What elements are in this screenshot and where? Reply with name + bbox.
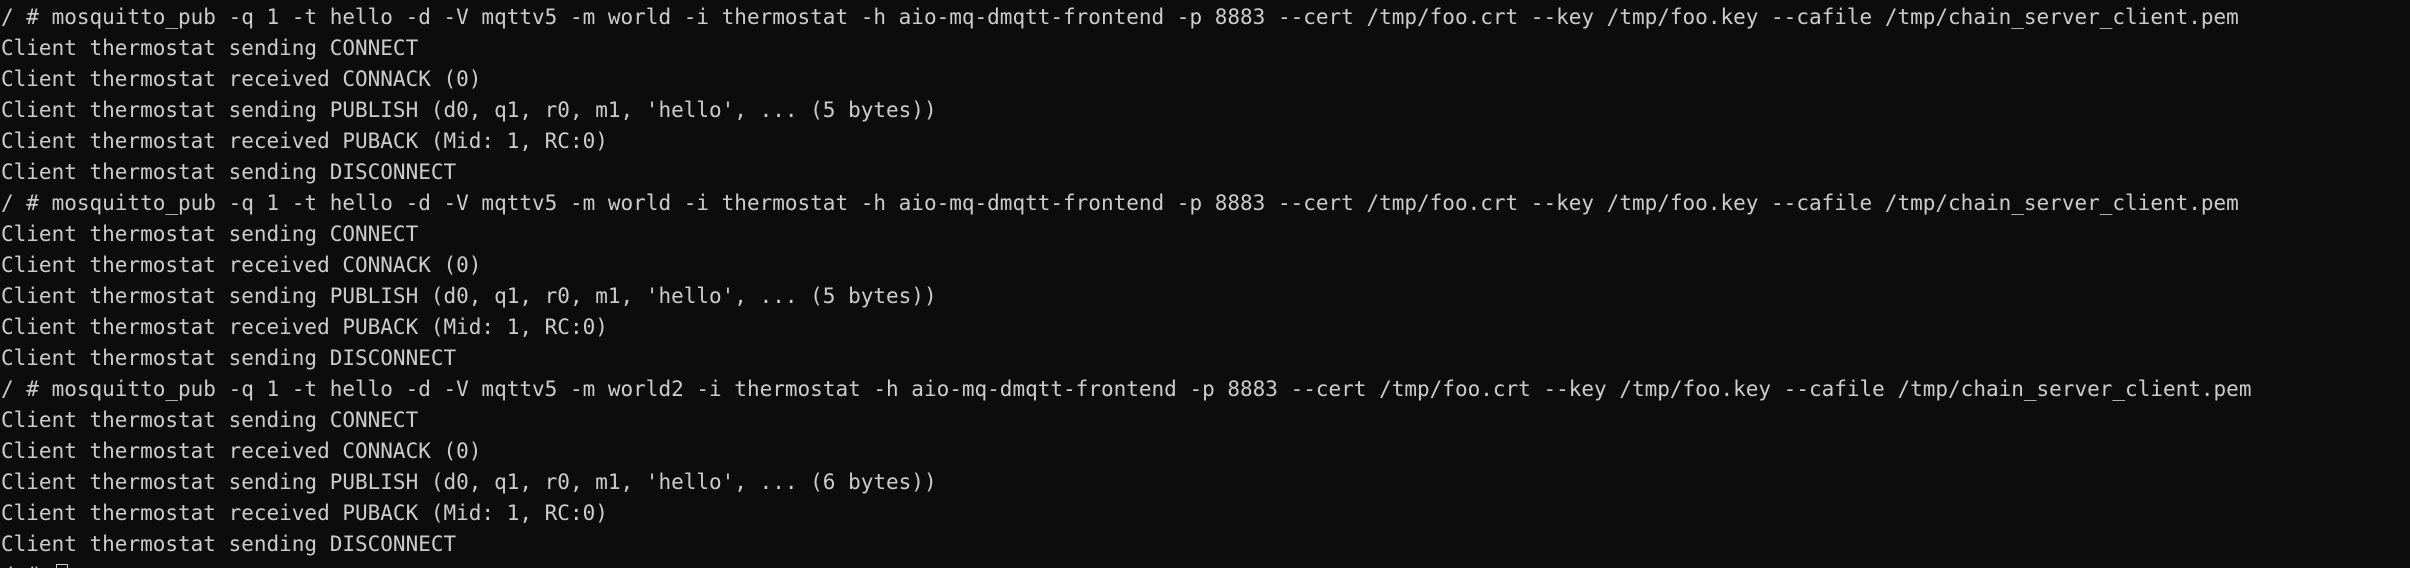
output-line: Client thermostat sending DISCONNECT [1, 160, 457, 184]
terminal-window[interactable]: / # mosquitto_pub -q 1 -t hello -d -V mq… [0, 0, 2410, 568]
output-line: Client thermostat received CONNACK (0) [1, 253, 482, 277]
output-line: Client thermostat received CONNACK (0) [1, 439, 482, 463]
output-line: Client thermostat sending PUBLISH (d0, q… [1, 98, 937, 122]
output-line: Client thermostat sending DISCONNECT [1, 532, 457, 556]
output-line: Client thermostat received PUBACK (Mid: … [1, 501, 608, 525]
output-line: Client thermostat sending CONNECT [1, 408, 419, 432]
output-line: Client thermostat sending CONNECT [1, 36, 419, 60]
terminal-output: / # mosquitto_pub -q 1 -t hello -d -V mq… [1, 2, 2251, 568]
output-line: Client thermostat sending CONNECT [1, 222, 419, 246]
prompt-line[interactable]: / # [1, 560, 2251, 568]
command-line: / # mosquitto_pub -q 1 -t hello -d -V mq… [1, 377, 2252, 401]
output-line: Client thermostat received PUBACK (Mid: … [1, 129, 608, 153]
output-line: Client thermostat sending PUBLISH (d0, q… [1, 470, 937, 494]
output-line: Client thermostat received CONNACK (0) [1, 67, 482, 91]
command-line: / # mosquitto_pub -q 1 -t hello -d -V mq… [1, 191, 2239, 215]
prompt-text: / # [1, 563, 52, 568]
output-line: Client thermostat received PUBACK (Mid: … [1, 315, 608, 339]
output-line: Client thermostat sending PUBLISH (d0, q… [1, 284, 937, 308]
output-line: Client thermostat sending DISCONNECT [1, 346, 457, 370]
command-line: / # mosquitto_pub -q 1 -t hello -d -V mq… [1, 5, 2239, 29]
cursor-icon [55, 564, 68, 568]
